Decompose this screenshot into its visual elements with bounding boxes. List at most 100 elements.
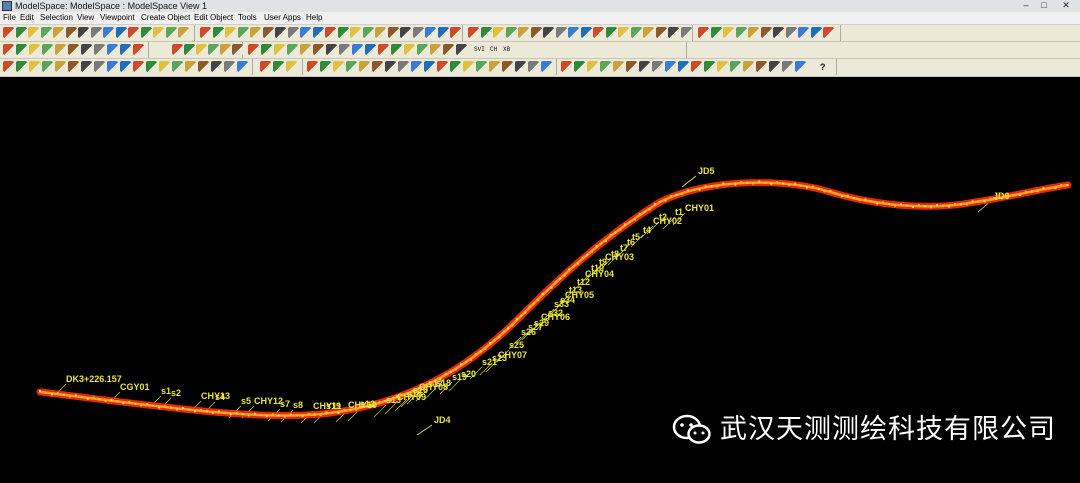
level-tool-button[interactable] — [220, 44, 231, 55]
maximize-button[interactable]: □ — [1036, 0, 1052, 11]
edit-tool-button[interactable] — [417, 44, 428, 55]
view-tool-button[interactable] — [200, 27, 211, 38]
station-label[interactable]: s8 — [293, 400, 303, 410]
curve-tool-button[interactable] — [515, 61, 526, 72]
select-tool-button[interactable] — [178, 27, 189, 38]
view-tool-button[interactable] — [437, 27, 449, 38]
menu-viewpoint[interactable]: Viewpoint — [100, 12, 135, 24]
view-tool-button[interactable] — [287, 27, 299, 38]
feature-tool-button[interactable] — [159, 61, 170, 72]
view-tool-button[interactable] — [425, 27, 436, 38]
display-tool-button[interactable] — [630, 27, 642, 38]
curve-tool-button[interactable] — [489, 61, 500, 72]
layer-tool-button[interactable] — [107, 44, 118, 55]
curve-tool-button[interactable] — [307, 61, 318, 72]
view-tool-button[interactable] — [387, 27, 399, 38]
display-tool-button[interactable] — [655, 27, 667, 38]
view-tool-button[interactable] — [350, 27, 361, 38]
select-tool-button[interactable] — [128, 27, 139, 38]
select-tool-button[interactable] — [103, 27, 114, 38]
edit-tool-button[interactable] — [365, 44, 376, 55]
view-tool-button[interactable] — [237, 27, 249, 38]
station-label[interactable]: s4 — [215, 392, 225, 402]
display-tool-button[interactable] — [643, 27, 654, 38]
display-tool-button[interactable] — [618, 27, 629, 38]
edit-tool-button[interactable] — [456, 44, 467, 55]
edit-tool-button[interactable] — [339, 44, 350, 55]
curve-tool-button[interactable] — [541, 61, 552, 72]
select-tool-button[interactable] — [78, 27, 89, 38]
feature-tool-button[interactable] — [224, 61, 235, 72]
display-tool-button[interactable] — [468, 27, 479, 38]
analysis-tool-button[interactable] — [613, 61, 624, 72]
edit-tool-button[interactable] — [443, 44, 454, 55]
extra-tool-button[interactable] — [798, 27, 809, 38]
station-label[interactable]: DK3+226.157 — [66, 374, 122, 384]
menu-edit-object[interactable]: Edit Object — [194, 12, 233, 24]
layer-tool-button[interactable] — [55, 44, 66, 55]
level-tool-button[interactable] — [232, 44, 243, 55]
station-label[interactable]: s12 — [360, 399, 375, 409]
analysis-tool-button[interactable] — [756, 61, 767, 72]
view-tool-button[interactable] — [212, 27, 224, 38]
extra-tool-button[interactable] — [773, 27, 784, 38]
station-label[interactable]: t5 — [632, 232, 640, 242]
analysis-tool-button[interactable] — [678, 61, 689, 72]
curve-tool-button[interactable] — [346, 61, 357, 72]
station-label[interactable]: s20 — [461, 369, 476, 379]
menu-file[interactable]: File — [3, 12, 16, 24]
feature-tool-button[interactable] — [16, 61, 27, 72]
draw-tool-button[interactable] — [286, 61, 297, 72]
feature-tool-button[interactable] — [55, 61, 66, 72]
curve-tool-button[interactable] — [385, 61, 396, 72]
analysis-tool-button[interactable] — [795, 61, 806, 72]
level-tool-button[interactable] — [196, 44, 207, 55]
ch-button[interactable]: CH — [490, 44, 497, 56]
station-label[interactable]: CHY07 — [498, 350, 527, 360]
help-button[interactable]: ? — [820, 61, 826, 73]
display-tool-button[interactable] — [580, 27, 592, 38]
xb-button[interactable]: XB — [503, 44, 510, 56]
edit-tool-button[interactable] — [404, 44, 415, 55]
view-tool-button[interactable] — [450, 27, 461, 38]
display-tool-button[interactable] — [518, 27, 529, 38]
layer-tool-button[interactable] — [94, 44, 105, 55]
station-label[interactable]: s1 — [161, 386, 171, 396]
layer-tool-button[interactable] — [16, 44, 27, 55]
feature-tool-button[interactable] — [237, 61, 248, 72]
analysis-tool-button[interactable] — [782, 61, 793, 72]
feature-tool-button[interactable] — [42, 61, 53, 72]
extra-tool-button[interactable] — [760, 27, 772, 38]
menu-selection[interactable]: Selection — [40, 12, 73, 24]
select-tool-button[interactable] — [140, 27, 152, 38]
view-tool-button[interactable] — [375, 27, 386, 38]
view-tool-button[interactable] — [300, 27, 311, 38]
curve-tool-button[interactable] — [333, 61, 344, 72]
select-tool-button[interactable] — [15, 27, 27, 38]
analysis-tool-button[interactable] — [574, 61, 585, 72]
edit-tool-button[interactable] — [313, 44, 324, 55]
feature-tool-button[interactable] — [94, 61, 105, 72]
curve-tool-button[interactable] — [411, 61, 422, 72]
select-tool-button[interactable] — [53, 27, 64, 38]
view-tool-button[interactable] — [275, 27, 286, 38]
extra-tool-button[interactable] — [810, 27, 822, 38]
layer-tool-button[interactable] — [120, 44, 131, 55]
feature-tool-button[interactable] — [81, 61, 92, 72]
display-tool-button[interactable] — [480, 27, 492, 38]
curve-tool-button[interactable] — [463, 61, 474, 72]
feature-tool-button[interactable] — [3, 61, 14, 72]
draw-tool-button[interactable] — [260, 61, 271, 72]
menu-tools[interactable]: Tools — [238, 12, 257, 24]
curve-tool-button[interactable] — [437, 61, 448, 72]
curve-tool-button[interactable] — [424, 61, 435, 72]
extra-tool-button[interactable] — [698, 27, 709, 38]
station-label[interactable]: s25 — [509, 340, 524, 350]
level-tool-button[interactable] — [172, 44, 183, 55]
layer-tool-button[interactable] — [29, 44, 40, 55]
extra-tool-button[interactable] — [710, 27, 722, 38]
edit-tool-button[interactable] — [248, 44, 259, 55]
menu-user-apps[interactable]: User Apps — [264, 12, 301, 24]
select-tool-button[interactable] — [28, 27, 39, 38]
select-tool-button[interactable] — [3, 27, 14, 38]
